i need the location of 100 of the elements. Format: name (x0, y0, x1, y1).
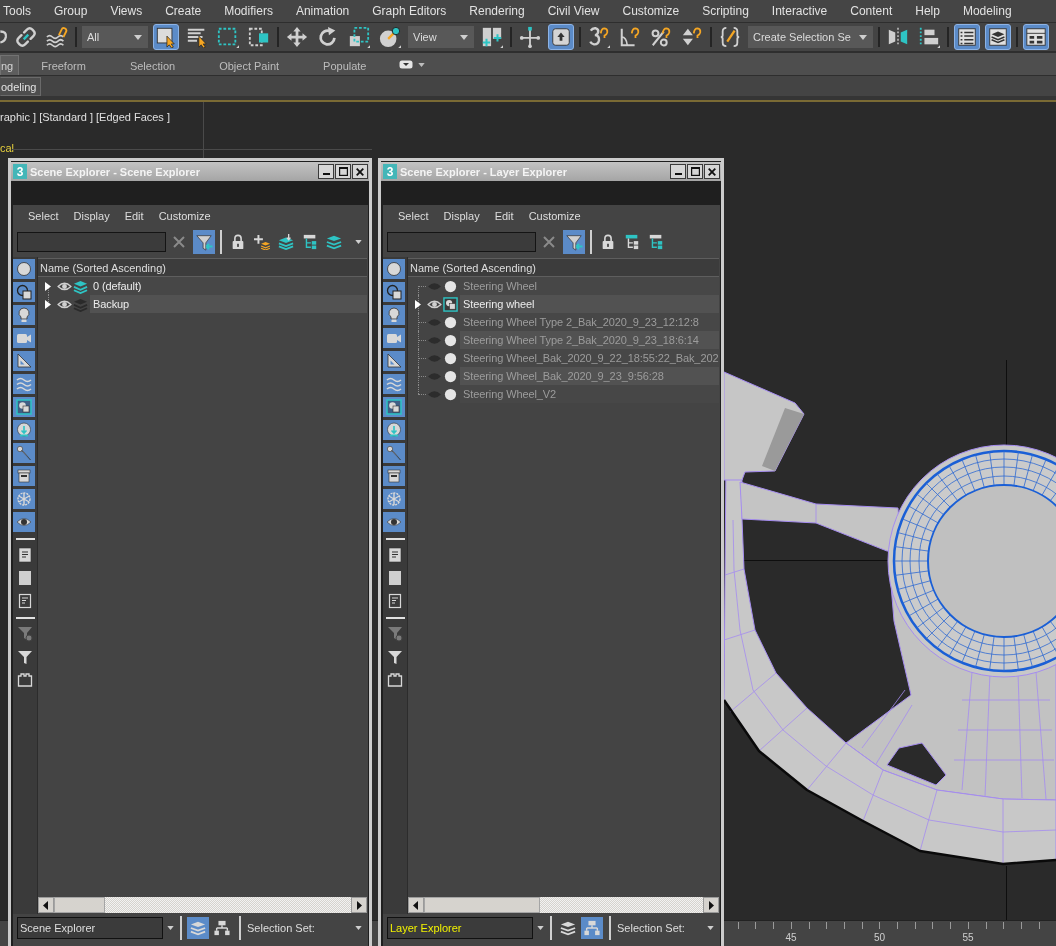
column-header[interactable]: Name (Sorted Ascending) (408, 258, 719, 277)
ribbon-tab[interactable]: Selection (107, 55, 198, 75)
select-button[interactable] (153, 24, 179, 50)
funnel-icon[interactable] (17, 649, 33, 665)
hierarchy-icon[interactable] (624, 234, 640, 250)
expand-icon[interactable] (45, 299, 51, 309)
type-filter-button[interactable] (13, 282, 35, 302)
hierarchy-view-button[interactable] (581, 916, 603, 939)
type-filter-button[interactable] (383, 282, 405, 302)
type-filter-button[interactable] (383, 351, 405, 371)
minimize-button[interactable] (670, 164, 686, 179)
container-outline-icon[interactable] (387, 672, 403, 688)
circle-icon[interactable] (443, 368, 458, 384)
menu-item[interactable]: Display (443, 210, 480, 222)
menu-item[interactable]: Views (110, 4, 143, 18)
filter-gear-icon[interactable] (387, 626, 403, 642)
scroll-left-button[interactable] (38, 897, 54, 913)
place-button[interactable] (377, 24, 403, 50)
circle-icon[interactable] (443, 314, 458, 330)
filter-button[interactable] (193, 230, 215, 254)
menu-item[interactable]: Help (915, 4, 940, 18)
menu-item[interactable]: Modifiers (224, 4, 273, 18)
scene-explorer-button[interactable] (953, 24, 980, 50)
scroll-right-button[interactable] (703, 897, 719, 913)
type-filter-button[interactable] (13, 259, 35, 279)
expand-icon[interactable] (45, 281, 51, 291)
filter-button[interactable] (563, 230, 585, 254)
bind-button[interactable] (44, 24, 70, 50)
explorer-dropdown[interactable]: Scene Explorer (17, 916, 163, 939)
viewport-label[interactable]: raphic ] [Standard ] [Edged Faces ] (0, 110, 170, 124)
menu-item[interactable]: Rendering (469, 4, 525, 18)
layers-arrow-icon[interactable] (278, 234, 294, 250)
caret-icon[interactable] (355, 240, 362, 244)
type-filter-button[interactable] (13, 351, 35, 371)
page-outline-icon[interactable] (17, 593, 33, 609)
toolbar-dropdown[interactable]: Create Selection Se (748, 26, 873, 48)
type-filter-button[interactable] (13, 512, 35, 532)
ribbon-panel-tab[interactable]: odeling (0, 77, 42, 96)
menu-item[interactable]: Content (850, 4, 893, 18)
ribbon-tab[interactable]: ng (0, 55, 20, 75)
layer-explorer-button[interactable] (984, 24, 1011, 50)
circle-icon[interactable] (443, 278, 458, 294)
toolbar-dropdown[interactable]: All (82, 26, 148, 48)
horizontal-scrollbar[interactable] (408, 897, 719, 913)
ribbon-tab[interactable]: Object Paint (197, 55, 302, 75)
blank-page-icon[interactable] (17, 570, 33, 586)
caret-icon[interactable] (707, 925, 714, 930)
horizontal-scrollbar[interactable] (38, 897, 367, 913)
eye-icon[interactable] (57, 298, 72, 310)
clear-icon[interactable] (173, 236, 185, 248)
type-filter-button[interactable] (383, 259, 405, 279)
ribbon-tab[interactable]: Freeform (19, 55, 108, 75)
menu-item[interactable]: Animation (295, 4, 350, 18)
scrollbar-thumb[interactable] (424, 897, 540, 913)
layer-view-button[interactable] (187, 916, 209, 939)
circle-icon[interactable] (443, 350, 458, 366)
circle-icon[interactable] (443, 332, 458, 348)
layers-icon[interactable] (326, 234, 342, 250)
menu-item[interactable]: Edit (124, 210, 144, 222)
ribbon-tab[interactable]: Populate (301, 55, 389, 75)
funnel-icon[interactable] (387, 649, 403, 665)
caret-icon[interactable] (355, 925, 362, 930)
unlink-button[interactable] (13, 24, 39, 50)
menu-item[interactable]: Interactive (771, 4, 828, 18)
type-filter-button[interactable] (383, 466, 405, 486)
menu-item[interactable]: Customize (622, 4, 680, 18)
eye-icon[interactable] (427, 298, 442, 310)
circle-icon[interactable] (443, 386, 458, 402)
menu-item[interactable]: Graph Editors (372, 4, 447, 18)
eye-icon[interactable] (57, 280, 72, 292)
document-icon[interactable] (17, 547, 33, 563)
caret-icon[interactable] (167, 925, 174, 930)
page-outline-icon[interactable] (387, 593, 403, 609)
layer-name[interactable]: Backup (90, 295, 367, 313)
menu-item[interactable]: Select (28, 210, 59, 222)
shortcut-override-button[interactable] (548, 24, 574, 50)
explorer-dropdown[interactable]: Layer Explorer (387, 916, 533, 939)
caret-icon[interactable] (537, 925, 544, 930)
panel-options-icon[interactable] (398, 60, 413, 69)
filter-gear-icon[interactable] (17, 626, 33, 642)
menu-item[interactable]: Scripting (702, 4, 749, 18)
maximize-button[interactable] (335, 164, 351, 179)
scrollbar-thumb[interactable] (54, 897, 105, 913)
menu-item[interactable]: Civil View (547, 4, 600, 18)
menu-item[interactable]: Customize (528, 210, 581, 222)
ribbon-button[interactable] (1022, 24, 1049, 50)
menu-item[interactable]: Group (54, 4, 88, 18)
toolbar-dropdown[interactable]: View (408, 26, 474, 48)
type-filter-button[interactable] (383, 512, 405, 532)
search-field[interactable] (17, 232, 166, 252)
menu-item[interactable]: Select (398, 210, 429, 222)
maximize-button[interactable] (687, 164, 703, 179)
type-filter-button[interactable] (13, 466, 35, 486)
layer-stack-icon[interactable] (73, 278, 88, 294)
close-button[interactable] (704, 164, 720, 179)
menu-item[interactable]: Create (165, 4, 202, 18)
menu-item[interactable]: Customize (158, 210, 211, 222)
clear-icon[interactable] (543, 236, 555, 248)
type-filter-button[interactable] (383, 397, 405, 417)
hierarchy-icon[interactable] (302, 234, 318, 250)
